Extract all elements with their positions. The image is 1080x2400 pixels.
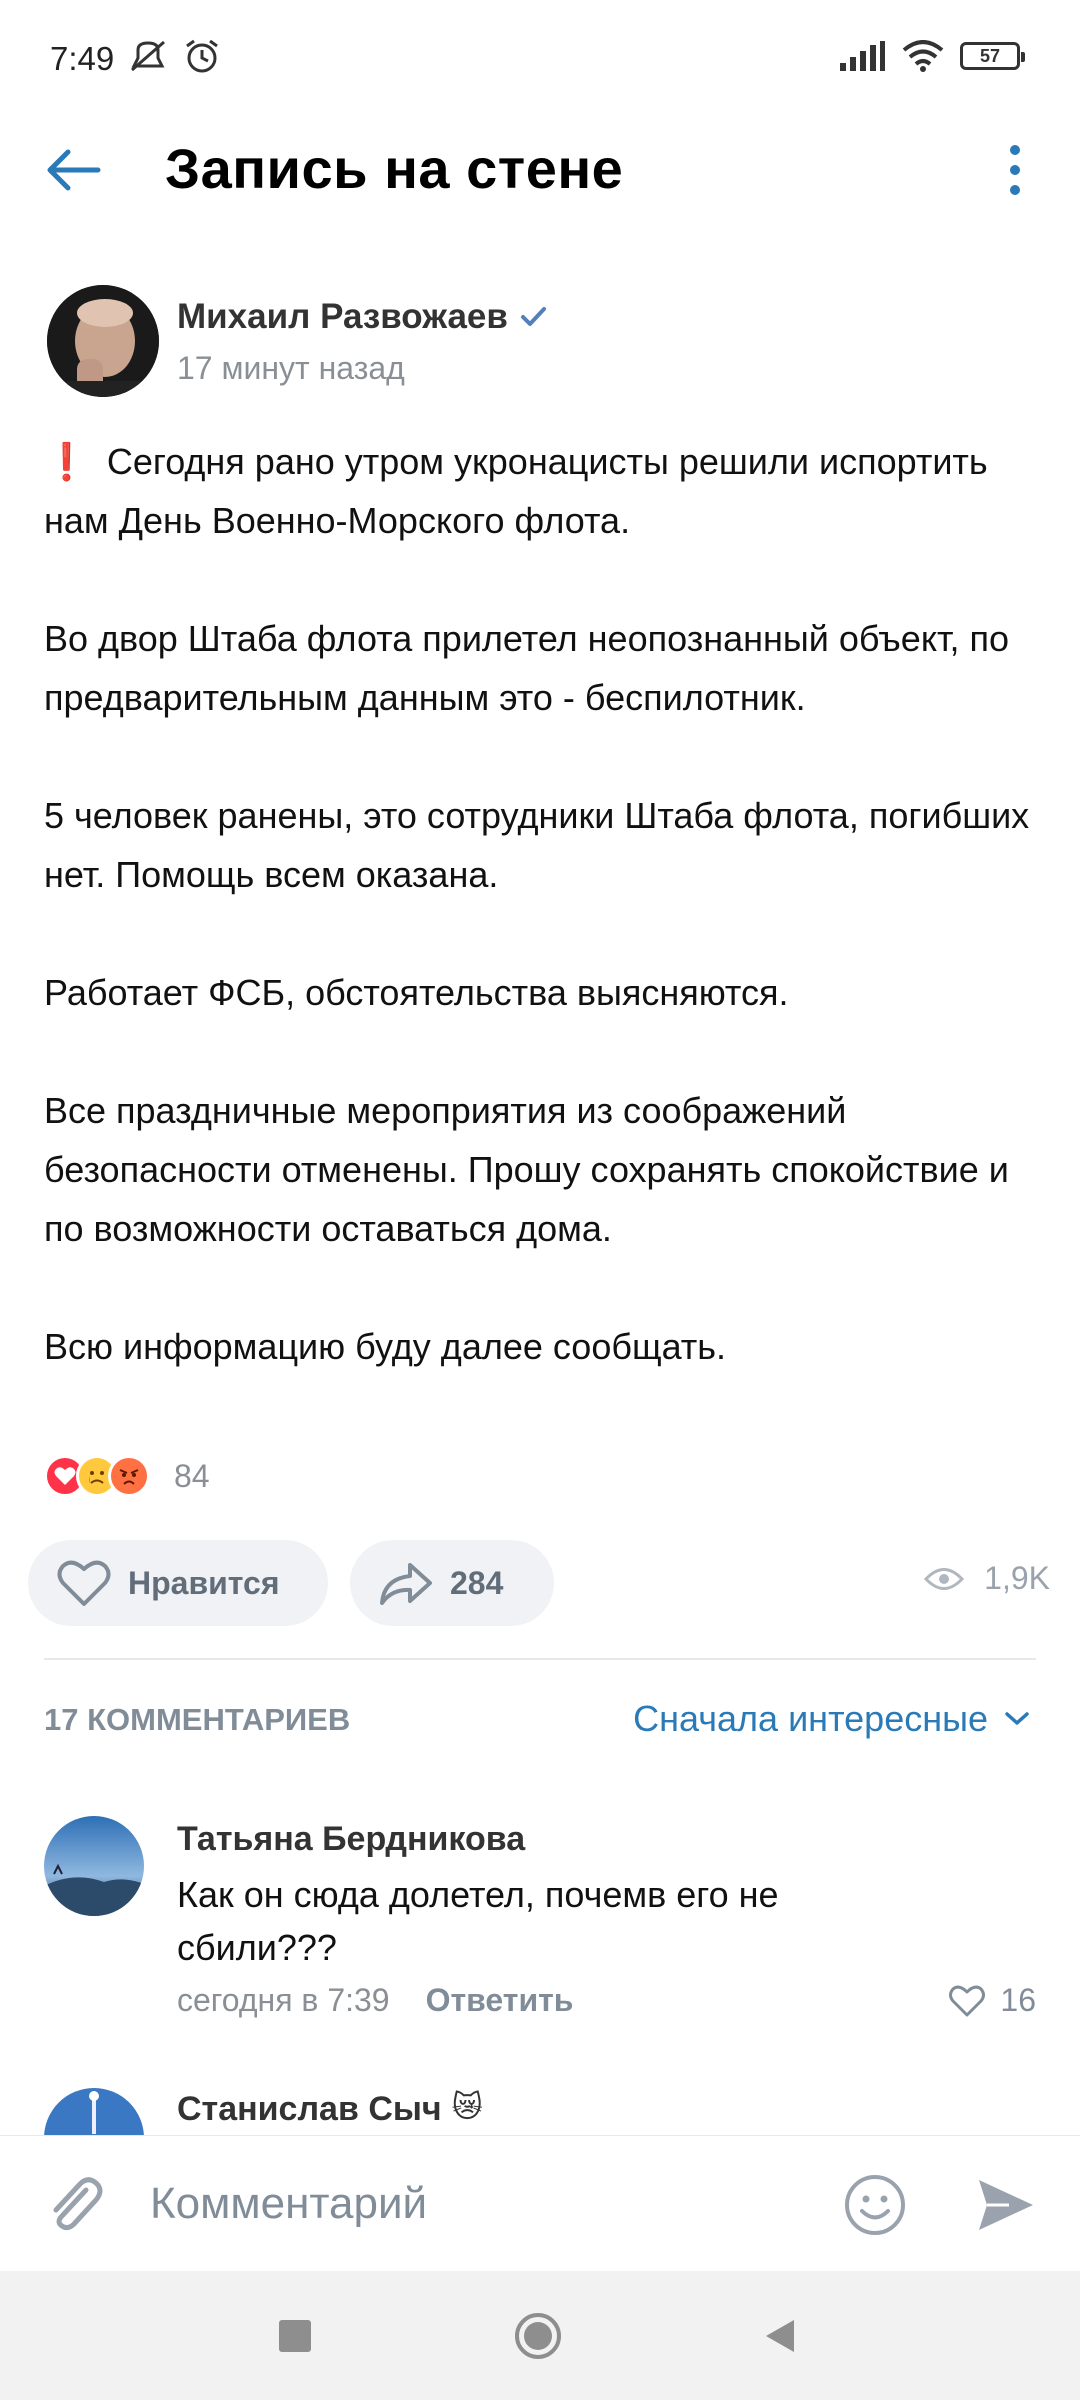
share-button[interactable]: 284 bbox=[350, 1540, 554, 1626]
app-header: Запись на стене bbox=[0, 120, 1080, 220]
mute-icon bbox=[131, 40, 165, 72]
post-paragraph: 5 человек ранены, это сотрудники Штаба ф… bbox=[44, 795, 1030, 895]
circle-icon bbox=[515, 2313, 561, 2359]
paragraph-text: Сегодня рано утром укронацисты решили ис… bbox=[44, 441, 988, 541]
comment-input-bar bbox=[0, 2135, 1080, 2271]
comment-time: сегодня в 7:39 bbox=[177, 1982, 390, 2018]
system-nav-bar bbox=[0, 2271, 1080, 2400]
share-icon bbox=[380, 1563, 432, 1605]
emoji-button[interactable] bbox=[842, 2172, 908, 2238]
send-button[interactable] bbox=[975, 2174, 1037, 2236]
comment-like-button[interactable]: 16 bbox=[948, 1982, 1036, 2019]
heart-icon bbox=[949, 1985, 986, 2016]
reactions-summary[interactable]: 84 bbox=[44, 1455, 210, 1497]
heart-icon bbox=[57, 1560, 111, 1606]
alarm-icon bbox=[186, 39, 218, 73]
views-counter: 1,9K bbox=[924, 1560, 1050, 1597]
wifi-icon bbox=[902, 40, 944, 72]
comment-input[interactable] bbox=[150, 2164, 800, 2244]
like-button[interactable]: Нравится bbox=[28, 1540, 328, 1626]
verified-icon bbox=[520, 307, 546, 326]
eye-icon bbox=[924, 1567, 965, 1590]
post-paragraph: ❗ Сегодня рано утром укронацисты решили и… bbox=[44, 432, 1044, 550]
comment-text: Как он сюда долетел, почемв его не сбили… bbox=[177, 1874, 779, 1968]
post-paragraph: Во двор Штаба флота прилетел неопознанны… bbox=[44, 618, 1010, 718]
comments-sort-select[interactable]: Сначала интересные bbox=[633, 1698, 1030, 1740]
cat-emoji-icon: 😿 bbox=[451, 2091, 483, 2124]
square-icon bbox=[279, 2320, 311, 2352]
smile-icon bbox=[845, 2175, 905, 2235]
comment-item: Станислав Сыч 😿 bbox=[0, 2088, 1080, 2135]
more-options-button[interactable] bbox=[990, 140, 1040, 200]
comment-meta: сегодня в 7:39 Ответить bbox=[177, 1982, 573, 2019]
post-paragraph: Всю информацию буду далее сообщать. bbox=[44, 1326, 727, 1367]
back-nav-button[interactable] bbox=[755, 2311, 805, 2361]
status-bar: 7:49 57 bbox=[0, 0, 1080, 120]
triangle-back-icon bbox=[766, 2320, 794, 2352]
like-label: Нравится bbox=[128, 1564, 280, 1601]
share-count: 284 bbox=[450, 1564, 504, 1601]
reactions-count: 84 bbox=[174, 1457, 210, 1494]
status-time: 7:49 bbox=[50, 40, 115, 77]
back-button[interactable] bbox=[40, 140, 110, 200]
author-name: Михаил Развожаев bbox=[177, 297, 508, 336]
comment-like-count: 16 bbox=[1000, 1982, 1036, 2018]
sort-label: Сначала интересные bbox=[633, 1698, 988, 1739]
commenter-name[interactable]: Татьяна Бердникова bbox=[177, 1820, 525, 1859]
commenter-avatar[interactable] bbox=[44, 2088, 144, 2135]
home-button[interactable] bbox=[513, 2311, 563, 2361]
arrow-left-icon bbox=[47, 149, 101, 191]
post-text: ❗ Сегодня рано утром укронацисты решили и… bbox=[44, 432, 1044, 1376]
commenter-avatar[interactable] bbox=[44, 1816, 144, 1916]
angry-face-reaction-icon bbox=[108, 1455, 150, 1497]
commenter-name-text: Станислав Сыч bbox=[177, 2090, 442, 2128]
warning-icon: ❗ bbox=[44, 441, 89, 482]
views-count: 1,9K bbox=[984, 1560, 1050, 1596]
chevron-down-icon bbox=[1005, 1712, 1029, 1725]
post-time: 17 минут назад bbox=[177, 350, 405, 386]
divider bbox=[44, 1658, 1036, 1660]
signal-icon bbox=[840, 41, 885, 71]
battery-icon: 57 bbox=[960, 42, 1025, 70]
status-icons-right: 57 bbox=[838, 40, 1025, 72]
post-author[interactable]: Михаил Развожаев bbox=[177, 297, 548, 337]
author-avatar[interactable] bbox=[47, 285, 159, 397]
comment-item: Татьяна Бердникова Как он сюда долетел, … bbox=[0, 1814, 1080, 2018]
more-vertical-icon bbox=[1010, 145, 1020, 195]
reply-button[interactable]: Ответить bbox=[426, 1982, 574, 2019]
paperclip-icon bbox=[53, 2177, 103, 2231]
attach-button[interactable] bbox=[42, 2172, 106, 2236]
commenter-name[interactable]: Станислав Сыч 😿 bbox=[177, 2090, 483, 2129]
post-paragraph: Все праздничные мероприятия из соображен… bbox=[44, 1090, 1009, 1249]
comments-count: 17 КОММЕНТАРИЕВ bbox=[44, 1702, 351, 1737]
page-title: Запись на стене bbox=[165, 137, 624, 200]
recent-apps-button[interactable] bbox=[270, 2311, 320, 2361]
post-paragraph: Работает ФСБ, обстоятельства выясняются. bbox=[44, 972, 789, 1013]
send-icon bbox=[979, 2180, 1033, 2230]
status-icons-left bbox=[128, 38, 222, 74]
